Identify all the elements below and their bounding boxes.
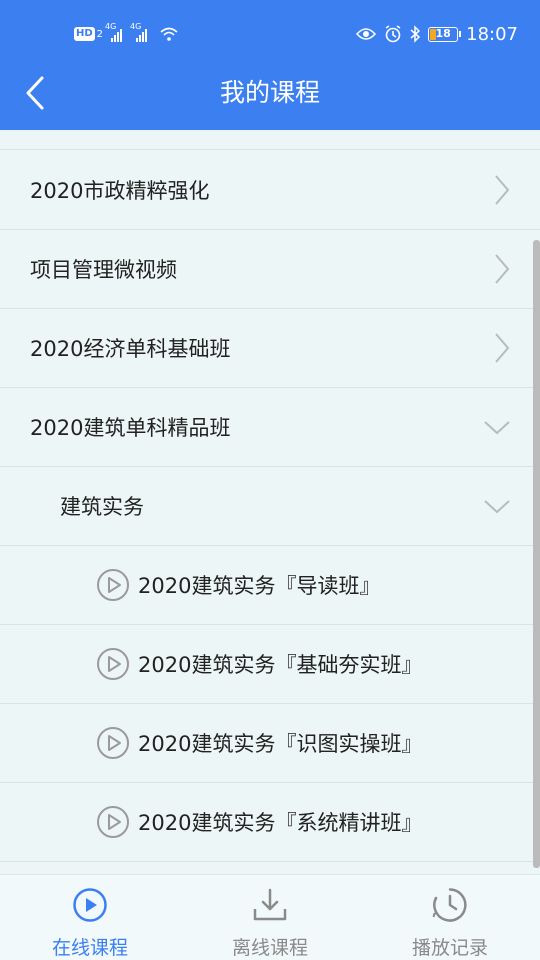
lesson-row[interactable]: 2020建筑实务『基础夯实班』 [0, 625, 540, 704]
play-circle-icon [97, 569, 129, 601]
status-bar: HD 2 4G 4G 18 18:07 [0, 0, 540, 68]
list-top-divider [0, 130, 540, 150]
hd-sub: 2 [96, 28, 104, 40]
tab-online-courses[interactable]: 在线课程 [0, 875, 180, 960]
course-row[interactable]: 2020经济单科基础班 [0, 309, 540, 388]
tab-label: 播放记录 [411, 937, 488, 959]
course-row[interactable]: 2020市政精粹强化 [0, 151, 540, 230]
course-list[interactable]: 2020市政精粹强化 项目管理微视频 2020经济单科基础班 2020建筑单科精… [0, 130, 540, 874]
eye-icon [356, 28, 377, 40]
status-left: HD 2 4G 4G [74, 22, 179, 46]
signal-icon-2: 4G [130, 22, 148, 42]
bluetooth-icon [410, 25, 421, 43]
history-clock-icon [432, 888, 467, 922]
chevron-right-icon [495, 333, 510, 363]
chevron-down-icon [484, 500, 510, 514]
wifi-icon [160, 27, 178, 41]
play-circle-icon [73, 888, 107, 922]
course-title: 2020经济单科基础班 [30, 337, 231, 361]
subject-row[interactable]: 建筑实务 [0, 467, 540, 546]
lesson-row[interactable]: 2020建筑实务『导读班』 [0, 546, 540, 625]
play-circle-icon [97, 727, 129, 759]
status-right: 18 18:07 [356, 22, 518, 46]
page-title: 我的课程 [219, 78, 320, 107]
app-header: HD 2 4G 4G 18 18:07 我的课程 [0, 0, 540, 130]
chevron-down-icon [484, 421, 510, 435]
lesson-title: 2020建筑实务『系统精讲班』 [138, 811, 423, 835]
course-row[interactable]: 项目管理微视频 [0, 230, 540, 309]
play-circle-icon [97, 648, 129, 680]
chevron-right-icon [495, 254, 510, 284]
hd-badge: HD [74, 27, 95, 41]
tab-play-history[interactable]: 播放记录 [360, 875, 540, 960]
scrollbar-thumb[interactable] [533, 240, 540, 868]
lesson-title: 2020建筑实务『基础夯实班』 [138, 653, 423, 677]
chevron-right-icon [495, 175, 510, 205]
play-circle-icon [97, 806, 129, 838]
bottom-tab-bar: 在线课程 离线课程 播放记录 [0, 874, 540, 960]
alarm-icon [385, 25, 401, 43]
signal-icon: 4G [105, 22, 123, 42]
lesson-title: 2020建筑实务『识图实操班』 [138, 732, 423, 756]
lesson-row[interactable]: 2020建筑实务『系统精讲班』 [0, 783, 540, 862]
tab-label: 离线课程 [231, 937, 308, 959]
download-icon [253, 888, 287, 921]
lesson-row[interactable]: 2020建筑实务『识图实操班』 [0, 704, 540, 783]
course-title: 2020市政精粹强化 [30, 179, 210, 203]
tab-offline-courses[interactable]: 离线课程 [180, 875, 360, 960]
clock-time: 18:07 [466, 23, 518, 45]
subject-title: 建筑实务 [60, 495, 144, 519]
battery-icon: 18 [428, 26, 462, 42]
tab-label: 在线课程 [51, 937, 128, 959]
course-title: 2020建筑单科精品班 [30, 416, 231, 440]
lesson-title: 2020建筑实务『导读班』 [138, 574, 381, 598]
course-title: 项目管理微视频 [30, 258, 177, 282]
course-row-expanded[interactable]: 2020建筑单科精品班 [0, 388, 540, 467]
